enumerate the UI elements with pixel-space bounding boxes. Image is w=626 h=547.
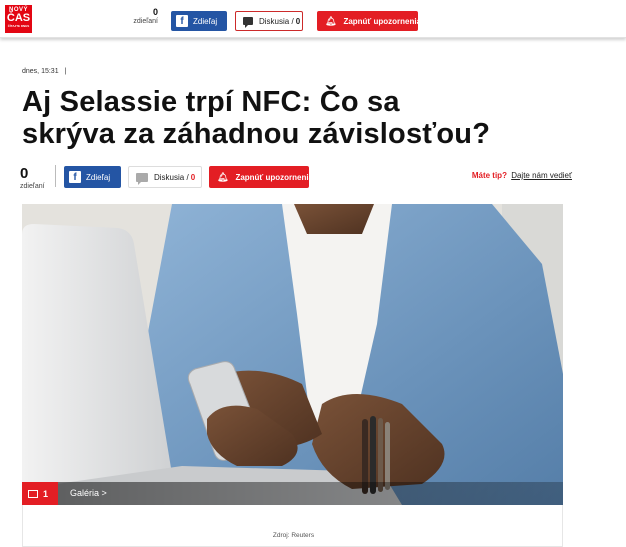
- tip-question: Máte tip?: [471, 171, 507, 180]
- article-hero-image[interactable]: [22, 204, 563, 505]
- top-share-count: 0 zdieľaní: [112, 7, 158, 26]
- logo-line-3: ČÍTAJTE DNES: [7, 24, 30, 28]
- article-headline: Aj Selassie trpí NFC: Čo sa skrýva za zá…: [22, 86, 491, 151]
- discussion-label: Diskusia /: [154, 172, 189, 182]
- share-button-label: Zdieľaj: [86, 172, 111, 182]
- news-tip: Máte tip? Dajte nám vedieť: [472, 171, 572, 180]
- gallery-bar[interactable]: 1 Galéria >: [22, 482, 563, 505]
- share-button-label: Zdieľaj: [193, 16, 218, 26]
- comment-icon: [243, 17, 253, 28]
- gallery-icon: [28, 489, 38, 498]
- comment-icon: [136, 172, 148, 185]
- top-bar: NOVÝ ČAS ČÍTAJTE DNES 0 zdieľaní f Zdieľ…: [0, 0, 626, 38]
- notifications-button[interactable]: 🔔︎ Zapnúť upozornenia: [317, 11, 422, 31]
- notifications-label: Zapnúť upozornenia: [235, 172, 314, 182]
- facebook-icon: f: [176, 15, 188, 27]
- bell-icon: 🔔︎: [217, 171, 229, 182]
- facebook-share-button[interactable]: f Zdieľaj: [171, 11, 227, 31]
- gallery-link[interactable]: Galéria >: [70, 488, 107, 498]
- article-timestamp: dnes, 15:31: [22, 68, 59, 75]
- tip-link[interactable]: Dajte nám vedieť: [511, 171, 572, 180]
- hero-photo: [22, 204, 563, 505]
- logo-line-2: ČAS: [6, 12, 31, 24]
- notifications-button[interactable]: 🔔︎ Zapnúť upozornenia: [209, 166, 313, 188]
- share-count-label: zdieľaní: [133, 17, 158, 25]
- image-source: Zdroj: Reuters: [272, 532, 315, 539]
- article-share-count: 0 zdieľaní: [20, 165, 45, 190]
- discussion-count: 0: [190, 172, 196, 182]
- discussion-button[interactable]: Diskusia / 0: [128, 166, 202, 188]
- meta-separator: |: [64, 68, 67, 75]
- facebook-icon: f: [69, 171, 81, 183]
- gallery-count: 1: [43, 488, 49, 499]
- facebook-share-button[interactable]: f Zdieľaj: [64, 166, 121, 188]
- share-count-value: 0: [152, 7, 158, 17]
- discussion-count: 0: [295, 16, 301, 26]
- discussion-label: Diskusia /: [259, 16, 294, 26]
- gallery-count-badge[interactable]: 1: [22, 482, 58, 505]
- site-logo[interactable]: NOVÝ ČAS ČÍTAJTE DNES: [5, 5, 32, 33]
- discussion-button[interactable]: Diskusia / 0: [235, 11, 303, 31]
- notifications-label: Zapnúť upozornenia: [343, 16, 422, 26]
- divider: [55, 165, 56, 187]
- share-count-value: 0: [20, 165, 29, 182]
- share-count-label: zdieľaní: [20, 182, 45, 190]
- bell-icon: 🔔︎: [325, 15, 337, 26]
- image-caption-box: Zdroj: Reuters: [22, 505, 563, 547]
- article-meta: dnes, 15:31 |: [22, 68, 66, 75]
